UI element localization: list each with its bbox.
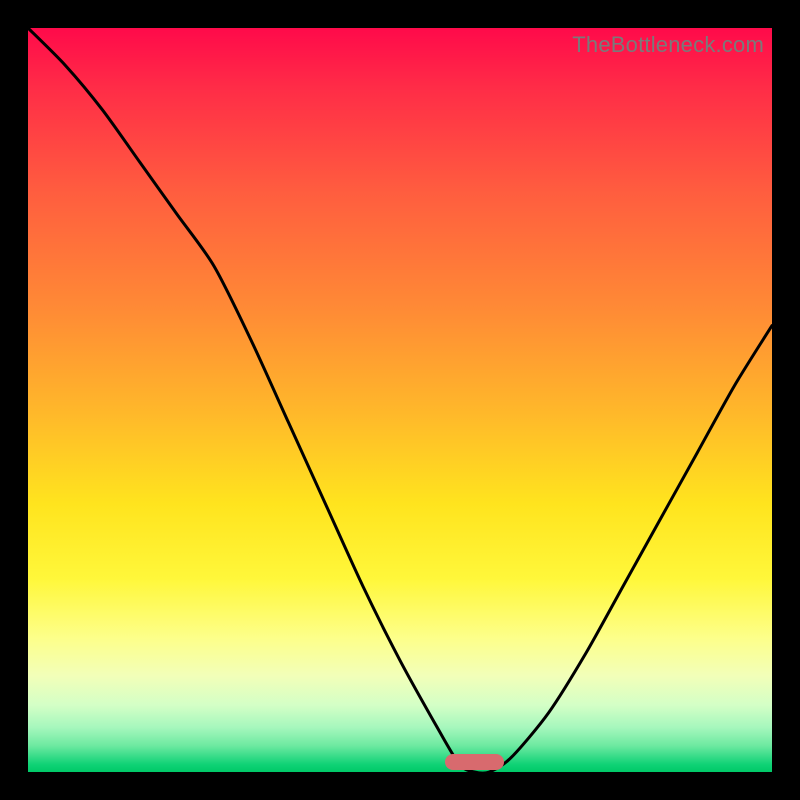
- curve-path: [28, 28, 772, 772]
- optimal-range-pill: [445, 754, 505, 770]
- chart-frame: TheBottleneck.com: [0, 0, 800, 800]
- plot-area: TheBottleneck.com: [28, 28, 772, 772]
- bottleneck-curve: [28, 28, 772, 772]
